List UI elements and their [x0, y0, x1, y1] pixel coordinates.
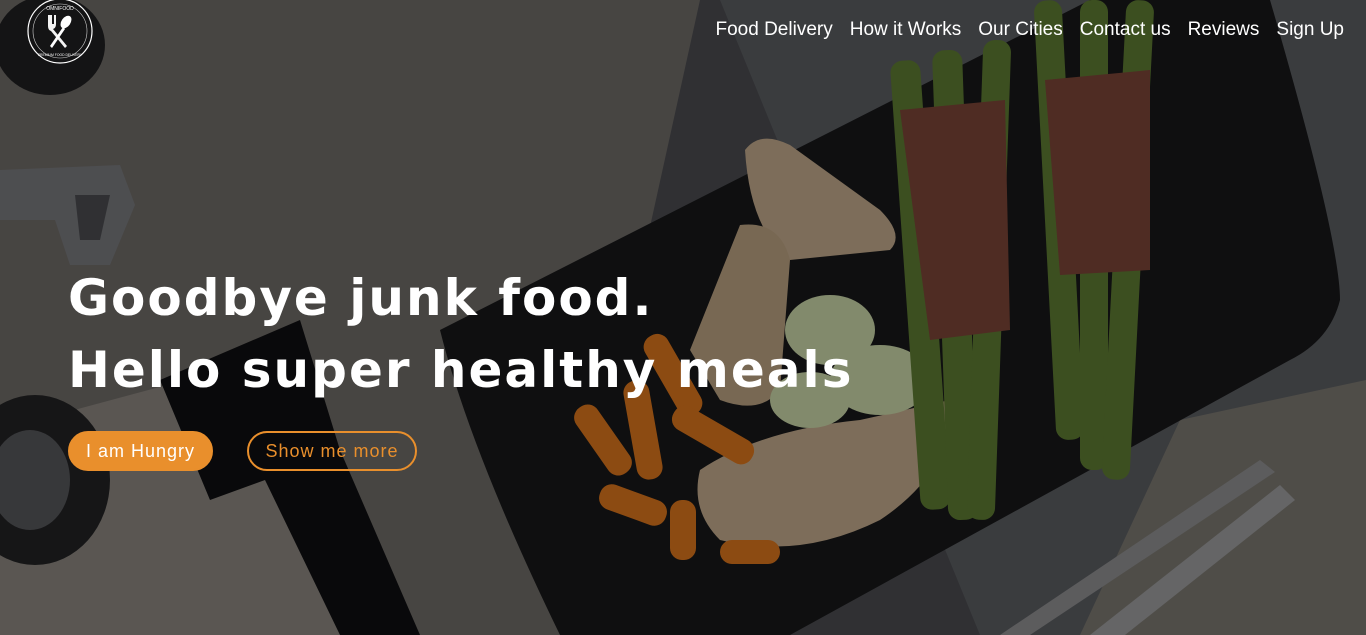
i-am-hungry-button[interactable]: I am Hungry [68, 431, 213, 471]
show-me-more-button[interactable]: Show me more [247, 431, 417, 471]
main-nav: Food Delivery How it Works Our Cities Co… [716, 19, 1345, 41]
nav-item-sign-up[interactable]: Sign Up [1276, 19, 1344, 41]
hero-section: OMNIFOOD PREMIUM FOOD DELIVERY Food Deli… [0, 0, 1366, 635]
nav-item-our-cities[interactable]: Our Cities [978, 19, 1062, 41]
nav-item-food-delivery[interactable]: Food Delivery [716, 19, 833, 41]
omnifood-logo[interactable]: OMNIFOOD PREMIUM FOOD DELIVERY [14, 0, 106, 66]
logo-text-top: OMNIFOOD [46, 6, 74, 12]
nav-item-reviews[interactable]: Reviews [1188, 19, 1260, 41]
hero-headline-line-2: Hello super healthy meals [68, 341, 854, 399]
logo-text-bottom: PREMIUM FOOD DELIVERY [38, 53, 83, 57]
nav-item-how-it-works[interactable]: How it Works [850, 19, 962, 41]
hero-headline: Goodbye junk food. Hello super healthy m… [68, 262, 853, 406]
hero-headline-line-1: Goodbye junk food. [68, 269, 654, 327]
nav-item-contact-us[interactable]: Contact us [1080, 19, 1171, 41]
